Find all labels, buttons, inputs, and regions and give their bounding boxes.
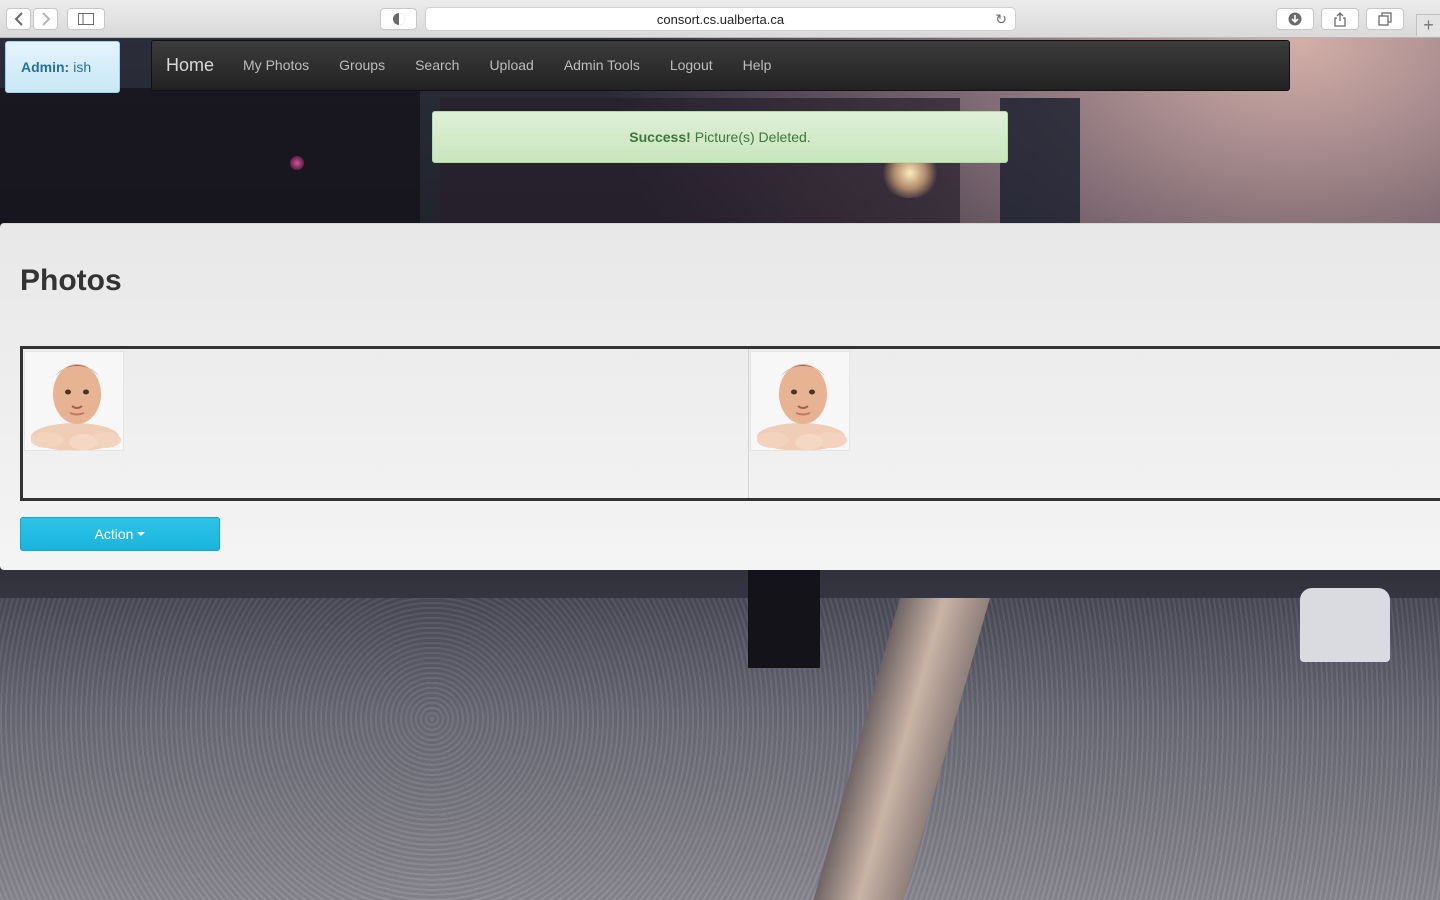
photo-thumbnail[interactable]	[24, 351, 124, 451]
photo-table	[20, 346, 1440, 501]
privacy-button[interactable]	[380, 8, 417, 30]
nav-search[interactable]: Search	[400, 40, 474, 91]
photo-cell	[749, 349, 1440, 498]
plus-icon: +	[1423, 15, 1434, 35]
alert-strong: Success!	[629, 129, 691, 145]
reload-icon[interactable]: ↻	[995, 11, 1007, 28]
nav-my-photos[interactable]: My Photos	[228, 40, 324, 91]
success-alert: Success! Picture(s) Deleted.	[432, 111, 1008, 163]
admin-username: ish	[73, 59, 92, 75]
photos-panel: Photos Action	[0, 223, 1440, 570]
admin-label: Admin:	[21, 59, 70, 75]
browser-toolbar: consort.cs.ualberta.ca ↻ +	[0, 0, 1440, 38]
nav-help[interactable]: Help	[728, 40, 787, 91]
share-icon	[1334, 11, 1346, 27]
download-icon	[1288, 12, 1302, 26]
tabs-icon	[1378, 12, 1392, 26]
share-button[interactable]	[1321, 8, 1359, 30]
admin-badge: Admin: ish	[5, 41, 120, 93]
photo-cell	[23, 349, 749, 498]
back-button[interactable]	[6, 8, 31, 30]
main-navbar: Home My Photos Groups Search Upload Admi…	[151, 40, 1290, 91]
chevron-left-icon	[14, 12, 23, 26]
action-dropdown-button[interactable]: Action	[20, 517, 220, 551]
action-label: Action	[94, 526, 134, 542]
page-title: Photos	[20, 264, 122, 297]
sidebar-icon	[78, 13, 94, 25]
nav-admin-tools[interactable]: Admin Tools	[549, 40, 655, 91]
photo-thumbnail[interactable]	[750, 351, 850, 451]
address-bar[interactable]: consort.cs.ualberta.ca ↻	[425, 7, 1016, 31]
downloads-button[interactable]	[1276, 8, 1314, 30]
nav-logout[interactable]: Logout	[655, 40, 728, 91]
alert-message: Picture(s) Deleted.	[694, 129, 811, 145]
nav-groups[interactable]: Groups	[324, 40, 400, 91]
shield-icon	[392, 13, 405, 25]
forward-button[interactable]	[33, 8, 58, 30]
nav-upload[interactable]: Upload	[474, 40, 548, 91]
nav-home[interactable]: Home	[166, 55, 214, 76]
sidebar-button[interactable]	[67, 8, 105, 30]
tabs-button[interactable]	[1366, 8, 1404, 30]
caret-down-icon	[137, 532, 146, 536]
baby-photo-image	[25, 352, 123, 450]
url-text: consort.cs.ualberta.ca	[656, 11, 785, 27]
chevron-right-icon	[41, 12, 50, 26]
new-tab-button[interactable]: +	[1416, 14, 1440, 36]
baby-photo-image	[751, 352, 849, 450]
